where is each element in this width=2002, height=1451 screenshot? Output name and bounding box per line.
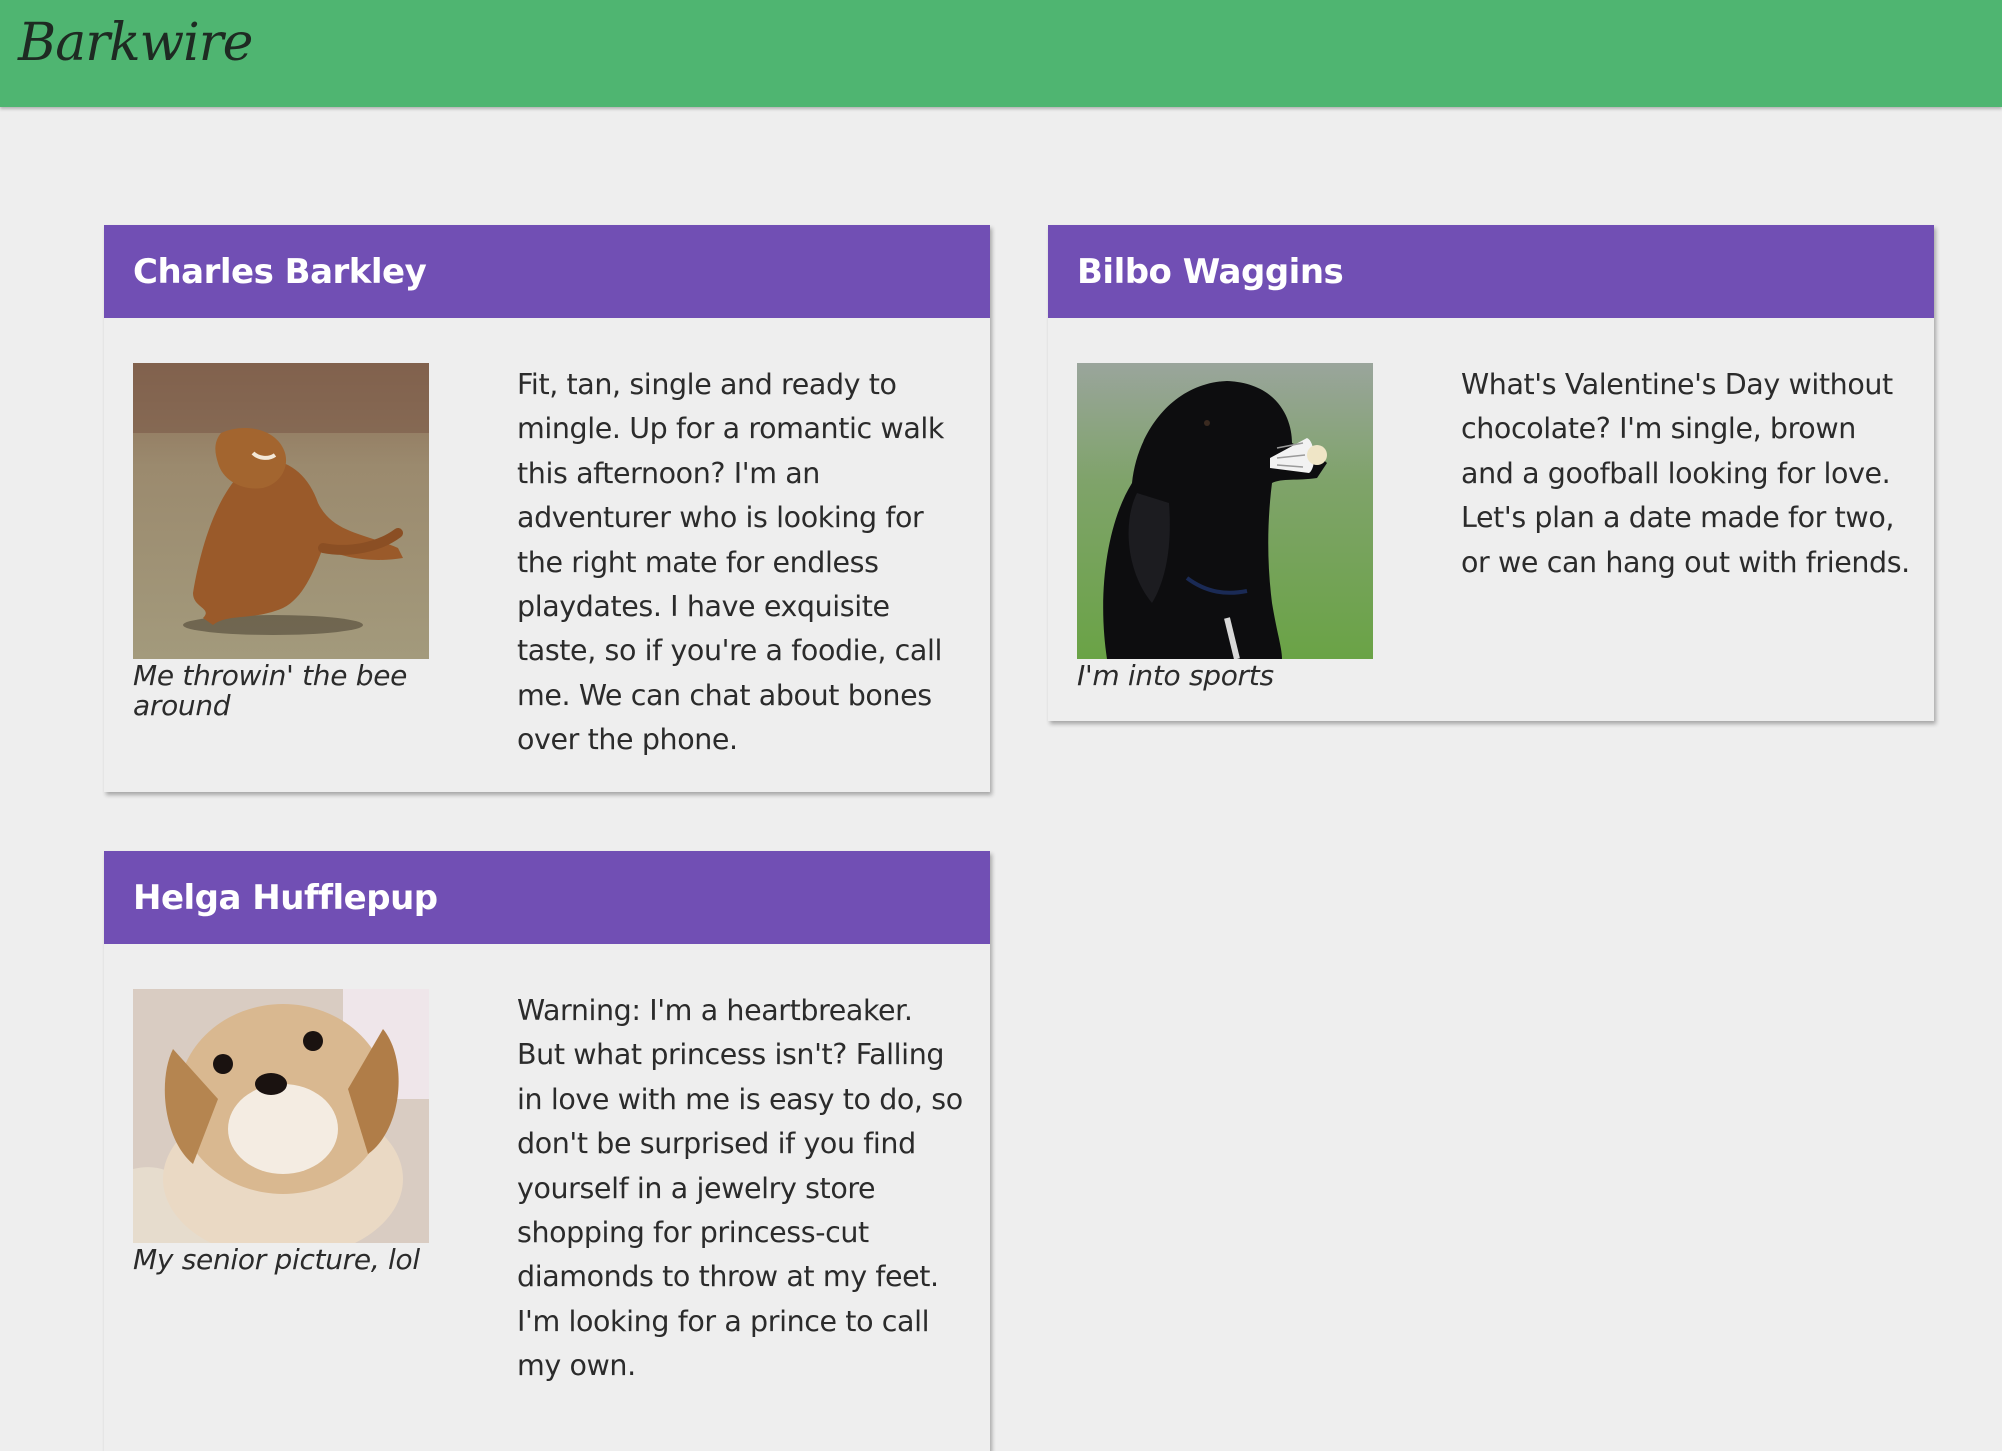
profile-name: Helga Hufflepup: [133, 877, 438, 918]
photo-caption: Me throwin' the bee around: [133, 659, 408, 722]
profile-card: Bilbo Waggins I'm into sports What's Val…: [1048, 225, 1934, 721]
profile-bio: Fit, tan, single and ready to mingle. Up…: [517, 368, 945, 757]
profile-name: Bilbo Waggins: [1077, 251, 1344, 292]
top-navbar: Barkwire: [0, 0, 2002, 107]
dog-photo: [133, 363, 429, 659]
profile-photo-block: I'm into sports: [1077, 363, 1373, 691]
profile-photo-block: Me throwin' the bee around: [133, 363, 429, 721]
photo-caption: I'm into sports: [1077, 659, 1274, 692]
profile-card-header: Helga Hufflepup: [104, 851, 990, 944]
dog-photo: [1077, 363, 1373, 659]
profile-photo-block: My senior picture, lol: [133, 989, 429, 1275]
dog-photo: [133, 989, 429, 1243]
photo-caption: My senior picture, lol: [133, 1243, 420, 1276]
profile-bio: What's Valentine's Day without chocolate…: [1461, 368, 1910, 579]
profile-card-header: Bilbo Waggins: [1048, 225, 1934, 318]
profile-card: Charles Barkley Me throwin' the bee arou…: [104, 225, 990, 792]
profile-card: Helga Hufflepup My senior picture, lol W…: [104, 851, 990, 1451]
brand-logo[interactable]: Barkwire: [18, 8, 253, 78]
profile-name: Charles Barkley: [133, 251, 427, 292]
profile-bio: Warning: I'm a heartbreaker. But what pr…: [517, 994, 963, 1383]
profile-card-header: Charles Barkley: [104, 225, 990, 318]
